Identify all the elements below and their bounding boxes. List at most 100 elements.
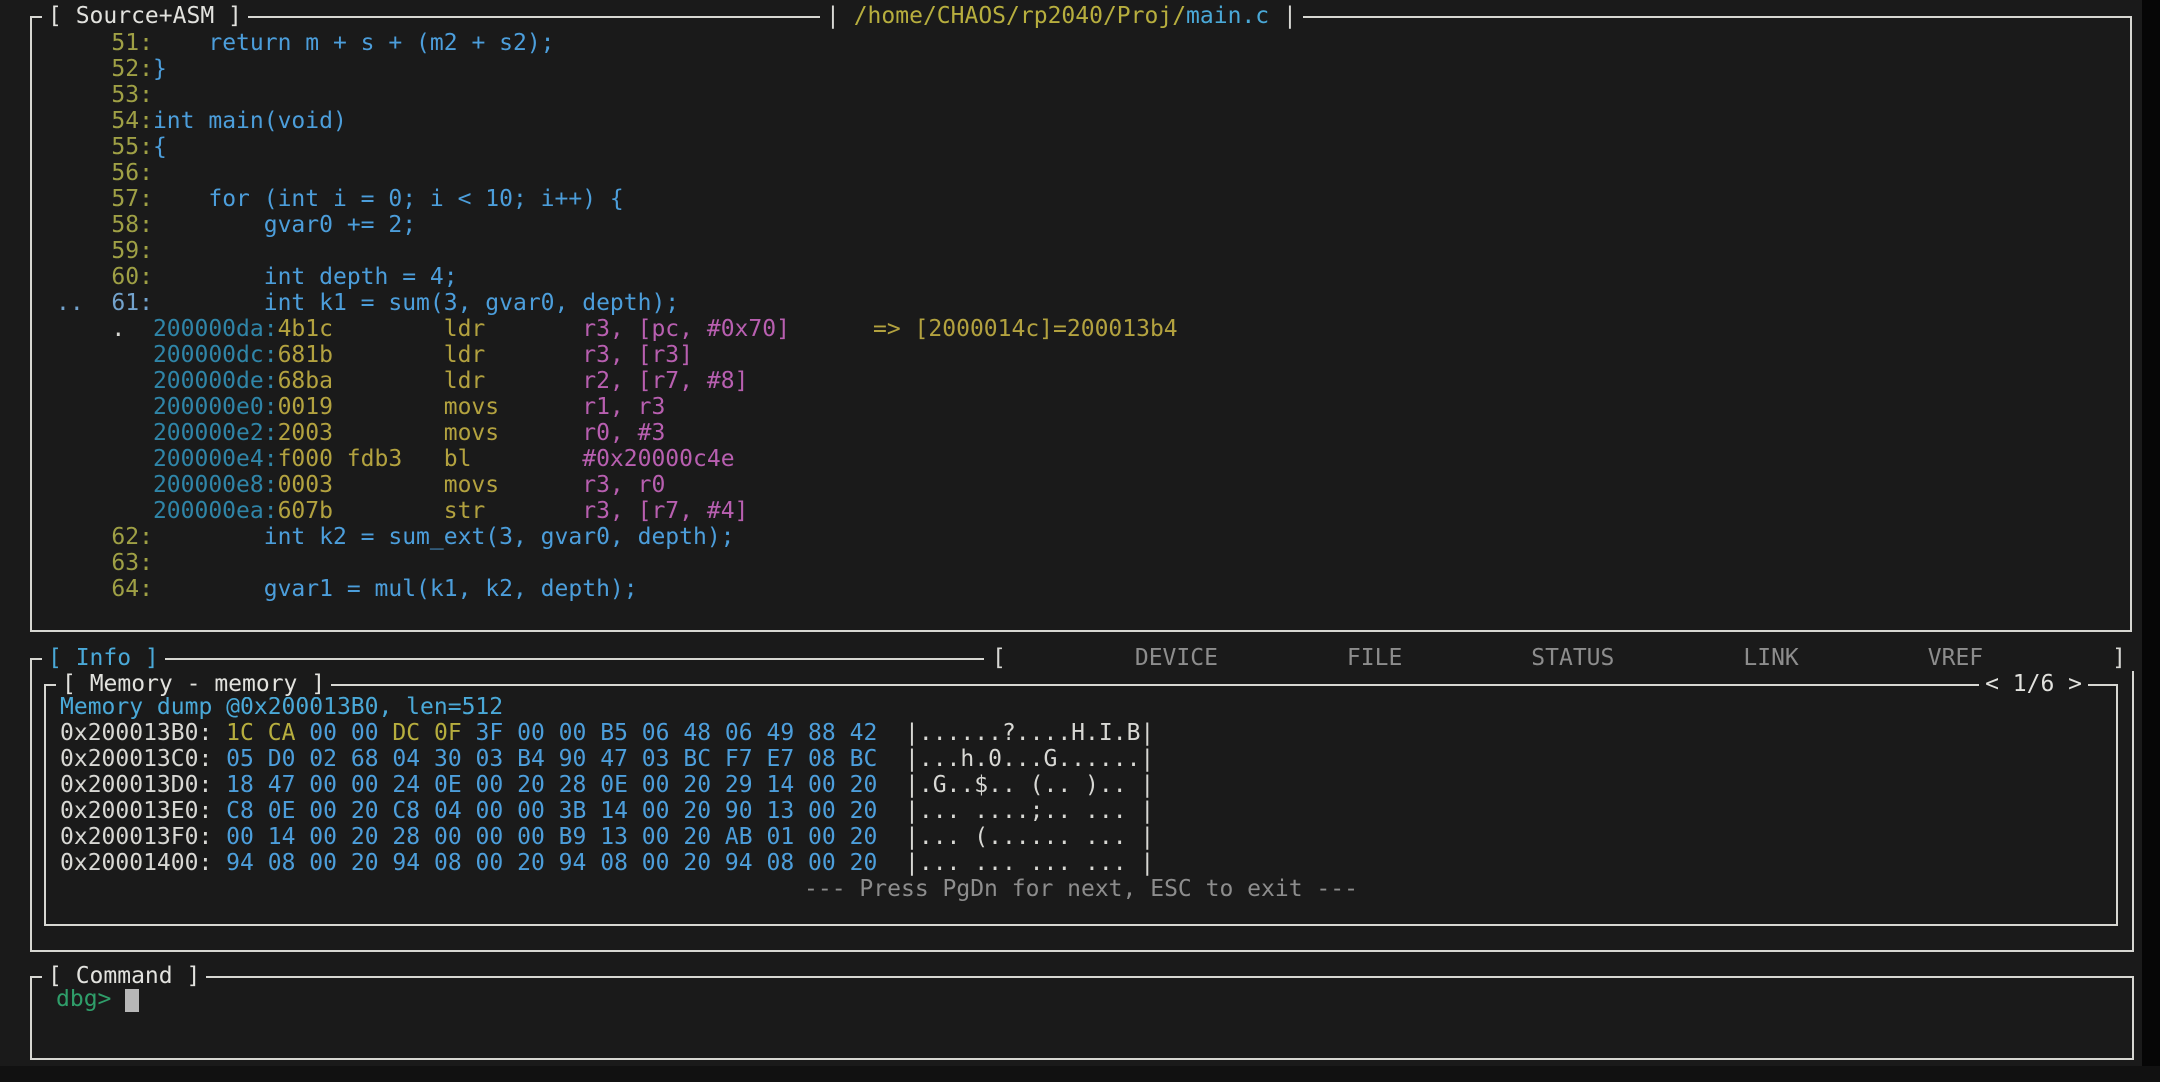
memory-byte: 14 — [268, 824, 296, 850]
memory-byte: 20 — [351, 850, 379, 876]
memory-byte: 04 — [434, 798, 462, 824]
memory-byte: 08 — [434, 850, 462, 876]
path-open-pipe: | — [826, 3, 854, 29]
memory-byte: 00 — [309, 720, 337, 746]
memory-row-address: 0x200013B0: — [60, 720, 226, 746]
asm-marker — [111, 498, 153, 524]
memory-byte: 20 — [351, 824, 379, 850]
source-file-path: | /home/CHAOS/rp2040/Proj/main.c | — [820, 3, 1303, 29]
memory-byte: 14 — [600, 798, 628, 824]
command-panel-title: [ Command ] — [42, 963, 206, 989]
asm-gutter — [56, 394, 111, 420]
memory-byte: 94 — [392, 850, 420, 876]
memory-byte: 0E — [268, 798, 296, 824]
memory-byte: B5 — [600, 720, 628, 746]
line-number: 57: — [84, 186, 153, 212]
source-code-text: gvar1 = mul(k1, k2, depth); — [153, 576, 638, 602]
memory-byte: 24 — [392, 772, 420, 798]
memory-byte: 01 — [766, 824, 794, 850]
source-line: 57: for (int i = 0; i < 10; i++) { — [56, 186, 2130, 212]
memory-byte: 20 — [683, 850, 711, 876]
tab-device[interactable]: DEVICE — [1135, 645, 1218, 671]
memory-pager[interactable]: < 1/6 > — [1979, 671, 2088, 697]
tab-status[interactable]: STATUS — [1531, 645, 1614, 671]
asm-mnemonic: ldr — [444, 368, 582, 394]
source-line: 58: gvar0 += 2; — [56, 212, 2130, 238]
source-code-text: int main(void) — [153, 108, 347, 134]
source-line: 56: — [56, 160, 2130, 186]
memory-byte: 00 — [517, 798, 545, 824]
asm-marker — [111, 446, 153, 472]
memory-footer-hint: --- Press PgDn for next, ESC to exit --- — [46, 876, 2116, 902]
memory-byte: F7 — [725, 746, 753, 772]
memory-byte: 00 — [351, 772, 379, 798]
asm-marker — [111, 420, 153, 446]
source-line: 54:int main(void) — [56, 108, 2130, 134]
asm-address: 200000da: — [153, 316, 278, 342]
line-marker — [56, 56, 84, 82]
memory-byte: 00 — [309, 850, 337, 876]
memory-byte: 03 — [642, 746, 670, 772]
memory-byte: 04 — [392, 746, 420, 772]
asm-marker — [111, 472, 153, 498]
asm-address: 200000ea: — [153, 498, 278, 524]
command-panel: [ Command ] dbg> — [30, 976, 2134, 1060]
line-number: 59: — [84, 238, 153, 264]
asm-opcode: 4b1c — [278, 316, 444, 342]
file-path-prefix: /home/CHAOS/rp2040/Proj/ — [854, 3, 1186, 29]
memory-byte: 13 — [766, 798, 794, 824]
asm-line-current: . 200000da:4b1c ldr r3, [pc, #0x70] => [… — [56, 316, 2130, 342]
memory-row-address: 0x200013F0: — [60, 824, 226, 850]
memory-byte: 90 — [725, 798, 753, 824]
asm-opcode: 681b — [278, 342, 444, 368]
source-code-text: int depth = 4; — [153, 264, 458, 290]
line-marker — [56, 212, 84, 238]
memory-byte: E7 — [766, 746, 794, 772]
line-number: 53: — [84, 82, 153, 108]
tab-vref[interactable]: VREF — [1928, 645, 1983, 671]
asm-gutter — [56, 498, 111, 524]
memory-byte: 06 — [642, 720, 670, 746]
memory-row-address: 0x200013D0: — [60, 772, 226, 798]
memory-byte: 00 — [309, 798, 337, 824]
line-marker — [56, 264, 84, 290]
asm-mnemonic: movs — [444, 472, 582, 498]
memory-byte: 05 — [226, 746, 254, 772]
line-number: 63: — [84, 550, 153, 576]
asm-line: 200000e2:2003 movs r0, #3 — [56, 420, 2130, 446]
memory-row-address: 0x200013C0: — [60, 746, 226, 772]
source-code-text: { — [153, 134, 167, 160]
memory-byte: 00 — [226, 824, 254, 850]
asm-operands: r3, [pc, #0x70] — [582, 316, 873, 342]
memory-byte: 20 — [850, 772, 878, 798]
asm-operands: r3, r0 — [582, 472, 665, 498]
source-line: 55:{ — [56, 134, 2130, 160]
memory-byte: 30 — [434, 746, 462, 772]
memory-byte: 88 — [808, 720, 836, 746]
asm-operands: #0x20000c4e — [582, 446, 734, 472]
memory-byte: 20 — [850, 824, 878, 850]
memory-byte: C8 — [392, 798, 420, 824]
memory-row-ascii: |... ... ... ... | — [905, 850, 1154, 876]
source-code-text: int k1 = sum(3, gvar0, depth); — [153, 290, 679, 316]
asm-gutter — [56, 342, 111, 368]
asm-operands: r1, r3 — [582, 394, 665, 420]
memory-byte: 00 — [351, 720, 379, 746]
asm-line: 200000de:68ba ldr r2, [r7, #8] — [56, 368, 2130, 394]
memory-byte: 68 — [351, 746, 379, 772]
line-marker — [56, 30, 84, 56]
command-input[interactable]: dbg> — [32, 978, 2132, 1012]
info-panel: [ Info ] [DEVICEFILESTATUSLINKVREF] [ Me… — [30, 658, 2134, 952]
asm-line: 200000e8:0003 movs r3, r0 — [56, 472, 2130, 498]
memory-panel: [ Memory - memory ] < 1/6 > Memory dump … — [44, 684, 2118, 926]
tab-file[interactable]: FILE — [1347, 645, 1402, 671]
memory-row-ascii: |...h.0...G......| — [905, 746, 1154, 772]
memory-byte: CA — [268, 720, 296, 746]
memory-row: 0x200013F0: 00 14 00 20 28 00 00 00 B9 1… — [60, 824, 2116, 850]
tab-link[interactable]: LINK — [1743, 645, 1798, 671]
memory-byte: 20 — [517, 772, 545, 798]
memory-row: 0x200013B0: 1C CA 00 00 DC 0F 3F 00 00 B… — [60, 720, 2116, 746]
text-cursor[interactable] — [125, 987, 139, 1012]
source-line-current: .. 61: int k1 = sum(3, gvar0, depth); — [56, 290, 2130, 316]
memory-byte: 18 — [226, 772, 254, 798]
